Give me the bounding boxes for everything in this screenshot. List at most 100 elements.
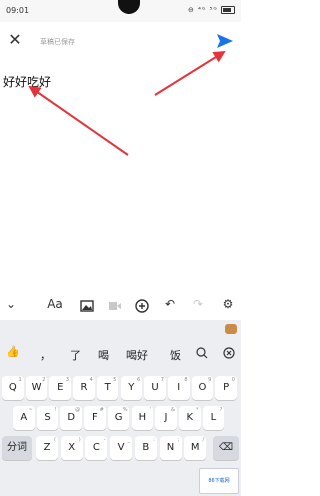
close-icon[interactable]: ✕ (6, 31, 24, 49)
key-label: E (57, 382, 64, 393)
key-p[interactable]: 0P (215, 376, 237, 400)
key-label: M (190, 442, 200, 453)
key-v[interactable]: _ V (110, 436, 133, 460)
key-label: H (138, 412, 147, 423)
key-b[interactable]: :B (134, 436, 157, 460)
key-t[interactable]: 5T (96, 376, 119, 400)
key-label: K (186, 412, 194, 423)
key-label: I (177, 382, 181, 393)
key-f[interactable]: # F (84, 406, 106, 430)
key-d[interactable]: @ D (60, 406, 83, 430)
key-label: L (210, 412, 217, 423)
key-e[interactable]: 3E (49, 376, 72, 400)
candidate-item[interactable]: 喝好 (126, 347, 148, 363)
key-label: C (92, 442, 100, 453)
ime-keyboard: 👍 ， 了 喝 喝好 饭 1Q2W3E4R5T6Y7U8I9O0P ~ A! S @ D… (0, 320, 241, 496)
candidate-item[interactable]: 喝 (98, 347, 109, 363)
backspace-icon[interactable]: ⌫ (213, 436, 239, 460)
key-u[interactable]: 7U (144, 376, 166, 400)
key-symbol: ~ (28, 407, 33, 413)
draft-saved-label: 草稿已保存 (40, 38, 75, 46)
key-symbol: : (153, 437, 155, 443)
key-label: W (31, 382, 42, 393)
key-y[interactable]: 6Y (120, 376, 143, 400)
watermark-logo: 86下载网 (199, 468, 239, 494)
candidate-item[interactable]: 了 (70, 347, 81, 363)
key-label: G (114, 412, 123, 423)
key-label: D (67, 412, 76, 423)
format-toolbar: ⌄ Aa ↶ ↷ ⚙ (0, 295, 241, 317)
key-symbol: 4 (89, 377, 93, 383)
key-j[interactable]: & J (155, 406, 177, 430)
key-w[interactable]: 2W (25, 376, 48, 400)
key-label: U (151, 382, 159, 393)
segment-key[interactable]: 分词 (2, 436, 32, 460)
key-symbol: 1 (18, 377, 22, 383)
sticker-icon[interactable] (225, 324, 237, 334)
key-label: R (80, 382, 88, 393)
key-label: P (223, 382, 230, 393)
candidate-item[interactable]: ， (40, 347, 51, 363)
key-symbol: % (122, 407, 128, 413)
key-label: V (117, 442, 125, 453)
clear-icon[interactable] (223, 347, 235, 362)
key-symbol: @ (75, 407, 81, 413)
thumbs-up-icon[interactable]: 👍 (6, 345, 20, 358)
key-i[interactable]: 8I (167, 376, 190, 400)
add-circle-icon[interactable] (133, 297, 151, 315)
gear-icon[interactable]: ⚙ (219, 297, 237, 315)
key-symbol: ) (78, 437, 81, 443)
key-h[interactable]: ' H (131, 406, 154, 430)
key-g[interactable]: % G (107, 406, 130, 430)
chevron-down-icon[interactable]: ⌄ (2, 297, 20, 315)
search-icon[interactable] (196, 347, 208, 362)
note-text[interactable]: 好好吃好 (3, 73, 51, 90)
key-r[interactable]: 4R (73, 376, 95, 400)
key-label: J (164, 412, 168, 423)
key-label: Z (43, 442, 51, 453)
key-label: B (142, 442, 150, 453)
battery-icon (221, 6, 235, 14)
undo-icon[interactable]: ↶ (161, 297, 179, 315)
key-a[interactable]: ~ A (13, 406, 35, 430)
key-symbol: 6 (137, 377, 141, 383)
key-m[interactable]: / M (184, 436, 207, 460)
key-label: Q (8, 382, 17, 393)
redo-icon[interactable]: ↷ (189, 297, 207, 315)
key-l[interactable]: ? L (202, 406, 225, 430)
key-label: F (92, 412, 98, 423)
key-symbol: - (103, 437, 106, 443)
key-symbol: ? (219, 407, 223, 413)
key-symbol: / (202, 437, 205, 443)
key-symbol: # (99, 407, 104, 413)
font-style-button[interactable]: Aa (44, 297, 66, 315)
key-x[interactable]: ) X (60, 436, 83, 460)
key-symbol: 8 (184, 377, 188, 383)
key-row-2: ~ A! S @ D # F% G ' H & J * K? L (0, 406, 241, 432)
key-s[interactable]: ! S (36, 406, 59, 430)
key-o[interactable]: 9O (191, 376, 214, 400)
send-icon[interactable] (215, 31, 235, 51)
video-icon[interactable] (106, 297, 124, 315)
key-n[interactable]: ; N (159, 436, 182, 460)
key-label: O (198, 382, 207, 393)
candidate-item[interactable]: 饭 (170, 347, 181, 363)
key-label: N (166, 442, 175, 453)
camera-notch (118, 0, 140, 14)
key-symbol: 0 (231, 377, 235, 383)
key-q[interactable]: 1Q (2, 376, 24, 400)
key-z[interactable]: (Z (36, 436, 58, 460)
key-symbol: 2 (42, 377, 46, 383)
status-time: 09:01 (6, 6, 30, 15)
key-symbol: & (170, 407, 175, 413)
key-symbol: ' (149, 407, 152, 413)
key-label: A (20, 412, 28, 423)
key-k[interactable]: * K (178, 406, 201, 430)
key-label: Y (128, 382, 135, 393)
key-c[interactable]: -C (85, 436, 108, 460)
key-symbol: 5 (113, 377, 117, 383)
image-icon[interactable] (78, 297, 96, 315)
status-icons: ⊖ ⁴ᴳ ⁵ᴳ (188, 6, 235, 14)
key-label: S (44, 412, 51, 423)
editor-top-bar: ✕ 草稿已保存 (0, 22, 241, 60)
